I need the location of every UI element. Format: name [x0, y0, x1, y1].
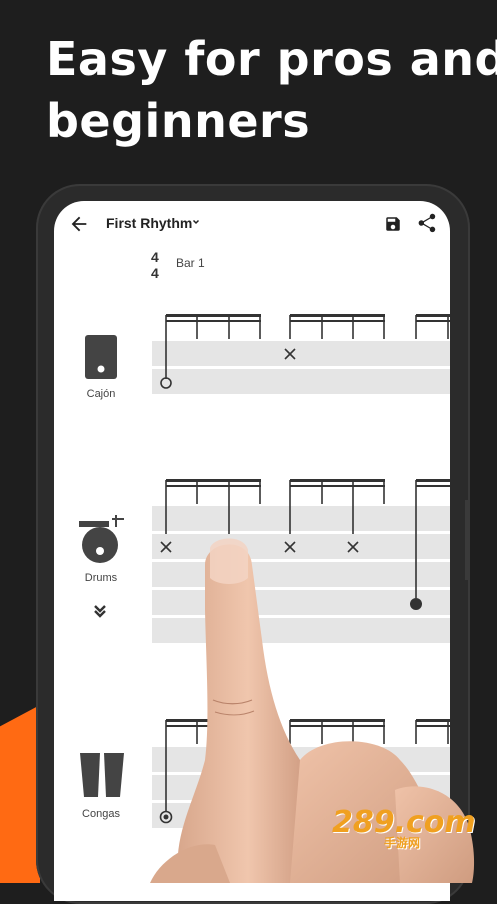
- watermark: 289.com 手游网: [332, 805, 476, 851]
- instrument-label-cajon: Cajón: [86, 388, 116, 400]
- arrow-left-icon[interactable]: [68, 213, 90, 235]
- headline-line-2: beginners: [46, 94, 311, 148]
- drums-notation: [160, 479, 450, 610]
- instrument-label-drums: Drums: [84, 572, 118, 584]
- time-signature-top: 4: [151, 249, 159, 265]
- rhythm-title[interactable]: First Rhythm: [106, 215, 192, 231]
- drum-kit-icon[interactable]: [76, 513, 128, 565]
- share-icon[interactable]: [416, 212, 438, 234]
- save-icon[interactable]: [384, 215, 402, 233]
- phone-side-button: [465, 500, 469, 580]
- headline: Easy for pros and beginners: [46, 28, 497, 152]
- bar-label: Bar 1: [176, 256, 205, 270]
- congas-icon[interactable]: [78, 751, 126, 799]
- double-chevron-down-icon[interactable]: [92, 603, 108, 619]
- orange-accent-shape: [0, 705, 40, 883]
- time-signature-bottom: 4: [151, 265, 159, 281]
- app-screen: First Rhythm 4 4 Bar 1 Cajón Drums Conga…: [54, 201, 450, 901]
- cajon-icon[interactable]: [84, 334, 118, 380]
- headline-line-1: Easy for pros and: [46, 32, 497, 86]
- chevron-down-icon[interactable]: [190, 216, 202, 228]
- time-signature: 4 4: [151, 249, 159, 281]
- drums-lane-5[interactable]: [152, 618, 450, 643]
- cajon-notation: [160, 314, 450, 389]
- app-bar: First Rhythm: [54, 201, 450, 245]
- instrument-label-congas: Congas: [82, 808, 120, 820]
